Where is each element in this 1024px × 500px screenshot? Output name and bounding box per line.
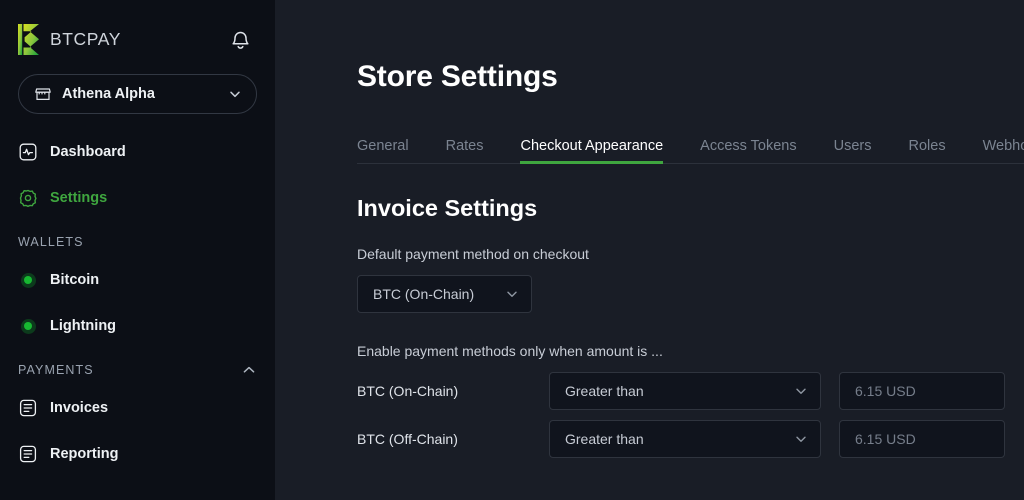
- page-title: Store Settings: [357, 60, 558, 93]
- sidebar-item-label: Bitcoin: [50, 272, 100, 288]
- bell-icon: [231, 31, 249, 49]
- payment-method-row-off-chain: BTC (Off-Chain) Greater than 6.15 USD: [357, 419, 1024, 458]
- sidebar-item-settings[interactable]: Settings: [18, 180, 257, 216]
- settings-tabs: General Rates Checkout Appearance Access…: [357, 127, 1024, 164]
- sidebar-nav: Dashboard Settings WALLETS Bitcoin Light…: [0, 134, 275, 472]
- select-value: Greater than: [565, 382, 644, 399]
- sidebar-item-invoices[interactable]: Invoices: [18, 390, 257, 426]
- enable-payment-methods-hint: Enable payment methods only when amount …: [357, 342, 663, 359]
- default-payment-method-label: Default payment method on checkout: [357, 245, 589, 262]
- tab-rates[interactable]: Rates: [446, 138, 484, 164]
- sidebar-section-payments[interactable]: PAYMENTS: [18, 360, 257, 380]
- tab-checkout-appearance[interactable]: Checkout Appearance: [520, 138, 663, 164]
- app-root: BTCPAY Athena Alpha Dashboard Settings W…: [0, 0, 1024, 500]
- sidebar-item-label: Dashboard: [50, 144, 126, 160]
- chevron-down-icon: [796, 388, 806, 394]
- tab-roles[interactable]: Roles: [909, 138, 946, 164]
- main-content: Store Settings General Rates Checkout Ap…: [275, 0, 1024, 500]
- store-selector[interactable]: Athena Alpha: [18, 74, 257, 114]
- store-icon: [35, 88, 51, 100]
- payment-method-name: BTC (On-Chain): [357, 382, 459, 399]
- status-dot-icon: [18, 316, 38, 336]
- store-name: Athena Alpha: [62, 86, 155, 102]
- chevron-down-icon: [507, 291, 517, 297]
- sidebar-item-dashboard[interactable]: Dashboard: [18, 134, 257, 170]
- tab-general[interactable]: General: [357, 138, 409, 164]
- sidebar-item-lightning[interactable]: Lightning: [18, 308, 257, 344]
- invoice-icon: [18, 398, 38, 418]
- notifications-button[interactable]: [225, 24, 255, 54]
- sidebar-item-label: Invoices: [50, 400, 109, 416]
- amount-placeholder: 6.15 USD: [855, 382, 916, 399]
- report-icon: [18, 444, 38, 464]
- amount-input-on-chain[interactable]: 6.15 USD: [839, 371, 1005, 410]
- section-title-invoice-settings: Invoice Settings: [357, 195, 538, 221]
- sidebar: BTCPAY Athena Alpha Dashboard Settings W…: [0, 0, 275, 500]
- dashboard-icon: [18, 142, 38, 162]
- tab-webhooks[interactable]: Webhooks: [983, 138, 1024, 164]
- brand[interactable]: BTCPAY: [18, 23, 122, 55]
- sidebar-section-title: WALLETS: [18, 235, 84, 249]
- default-payment-method-select[interactable]: BTC (On-Chain): [357, 274, 532, 313]
- payment-method-name: BTC (Off-Chain): [357, 430, 458, 447]
- status-dot-icon: [18, 270, 38, 290]
- payment-method-row-on-chain: BTC (On-Chain) Greater than 6.15 USD: [357, 371, 1024, 410]
- sidebar-item-label: Reporting: [50, 446, 119, 462]
- select-value: BTC (On-Chain): [373, 285, 475, 302]
- sidebar-item-reporting[interactable]: Reporting: [18, 436, 257, 472]
- chevron-down-icon: [230, 91, 240, 98]
- amount-placeholder: 6.15 USD: [855, 430, 916, 447]
- sidebar-item-bitcoin[interactable]: Bitcoin: [18, 262, 257, 298]
- chevron-up-icon[interactable]: [241, 362, 257, 378]
- sidebar-section-wallets: WALLETS: [18, 232, 257, 252]
- tab-users[interactable]: Users: [834, 138, 872, 164]
- sidebar-item-label: Settings: [50, 190, 108, 206]
- payment-method-rows: BTC (On-Chain) Greater than 6.15 USD BTC…: [357, 371, 1024, 458]
- tab-access-tokens[interactable]: Access Tokens: [700, 138, 796, 164]
- comparison-select-off-chain[interactable]: Greater than: [549, 419, 821, 458]
- comparison-select-on-chain[interactable]: Greater than: [549, 371, 821, 410]
- amount-input-off-chain[interactable]: 6.15 USD: [839, 419, 1005, 458]
- sidebar-header: BTCPAY: [0, 0, 275, 62]
- sidebar-item-label: Lightning: [50, 318, 117, 334]
- chevron-down-icon: [796, 436, 806, 442]
- sidebar-section-title: PAYMENTS: [18, 363, 94, 377]
- gear-icon: [18, 188, 38, 208]
- select-value: Greater than: [565, 430, 644, 447]
- brand-name: BTCPAY: [50, 28, 122, 49]
- btcpay-logo-icon: [18, 23, 39, 55]
